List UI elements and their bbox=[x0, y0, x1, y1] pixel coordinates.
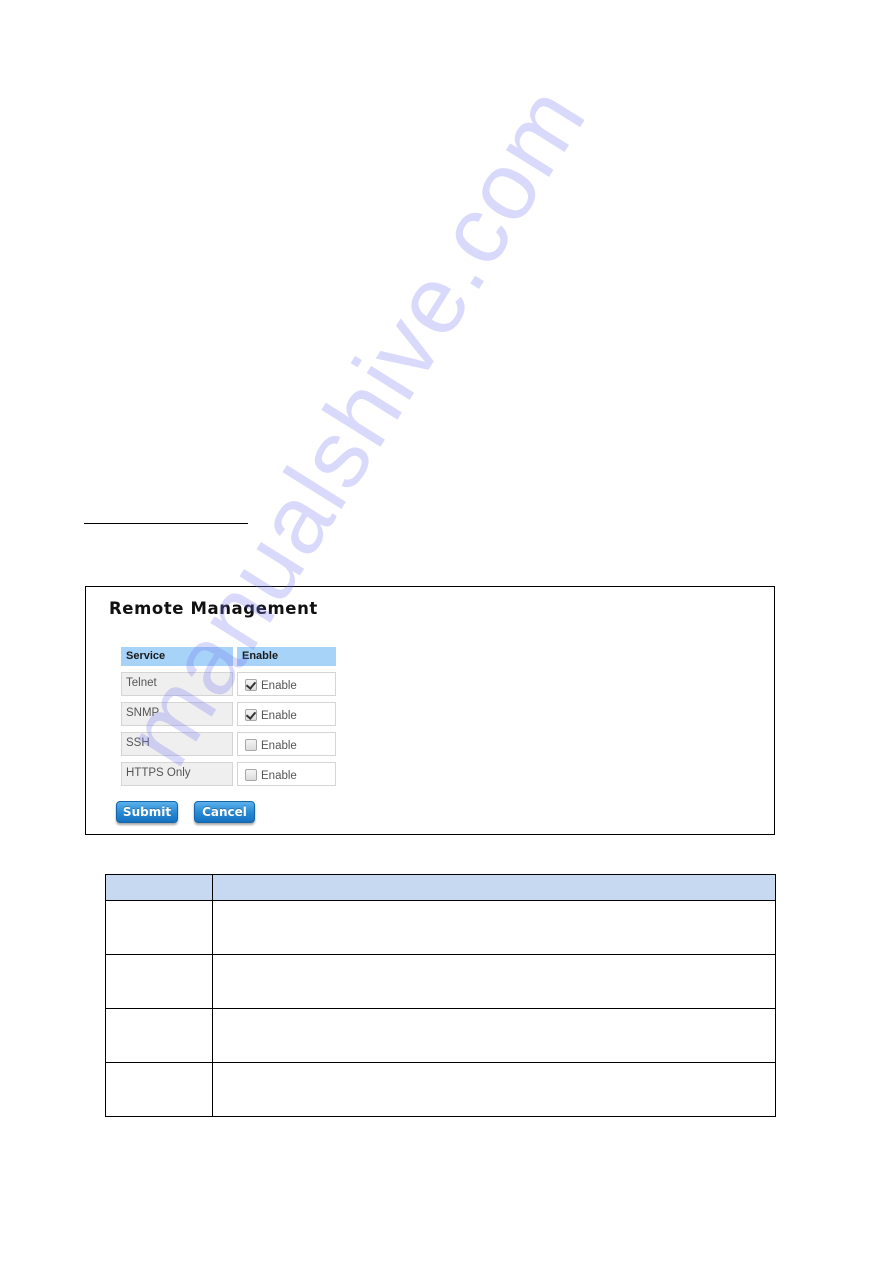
enable-cell: Enable bbox=[237, 702, 336, 726]
section-heading-underline bbox=[84, 523, 248, 524]
service-name: Telnet bbox=[121, 672, 233, 696]
panel-title: Remote Management bbox=[109, 599, 318, 618]
enable-label: Enable bbox=[261, 770, 297, 782]
enable-checkbox-https-only[interactable] bbox=[245, 769, 257, 781]
service-name: HTTPS Only bbox=[121, 762, 233, 786]
table-row bbox=[105, 954, 776, 1009]
row-description bbox=[212, 900, 776, 955]
service-table: Service Enable Telnet Enable SNMP Enable… bbox=[121, 647, 336, 792]
row-description bbox=[212, 1008, 776, 1063]
row-description bbox=[212, 1062, 776, 1117]
header-enable: Enable bbox=[237, 647, 336, 666]
enable-checkbox-snmp[interactable] bbox=[245, 709, 257, 721]
service-row-ssh: SSH Enable bbox=[121, 732, 336, 756]
table-row bbox=[105, 900, 776, 955]
description-table bbox=[105, 874, 776, 1117]
enable-label: Enable bbox=[261, 680, 297, 692]
table-row bbox=[105, 1008, 776, 1063]
row-object bbox=[105, 1062, 213, 1117]
cancel-button[interactable]: Cancel bbox=[194, 801, 255, 823]
description-table-header bbox=[105, 874, 776, 901]
service-table-header: Service Enable bbox=[121, 647, 336, 666]
header-service: Service bbox=[121, 647, 233, 666]
header-object bbox=[105, 874, 213, 901]
service-row-https-only: HTTPS Only Enable bbox=[121, 762, 336, 786]
header-description bbox=[212, 874, 776, 901]
submit-button[interactable]: Submit bbox=[116, 801, 178, 823]
row-object bbox=[105, 1008, 213, 1063]
enable-label: Enable bbox=[261, 710, 297, 722]
table-row bbox=[105, 1062, 776, 1117]
enable-label: Enable bbox=[261, 740, 297, 752]
service-row-snmp: SNMP Enable bbox=[121, 702, 336, 726]
service-name: SNMP bbox=[121, 702, 233, 726]
service-name: SSH bbox=[121, 732, 233, 756]
row-description bbox=[212, 954, 776, 1009]
remote-management-panel: Remote Management Service Enable Telnet … bbox=[85, 586, 775, 835]
row-object bbox=[105, 900, 213, 955]
enable-cell: Enable bbox=[237, 762, 336, 786]
service-row-telnet: Telnet Enable bbox=[121, 672, 336, 696]
enable-checkbox-ssh[interactable] bbox=[245, 739, 257, 751]
row-object bbox=[105, 954, 213, 1009]
enable-cell: Enable bbox=[237, 672, 336, 696]
enable-checkbox-telnet[interactable] bbox=[245, 679, 257, 691]
enable-cell: Enable bbox=[237, 732, 336, 756]
